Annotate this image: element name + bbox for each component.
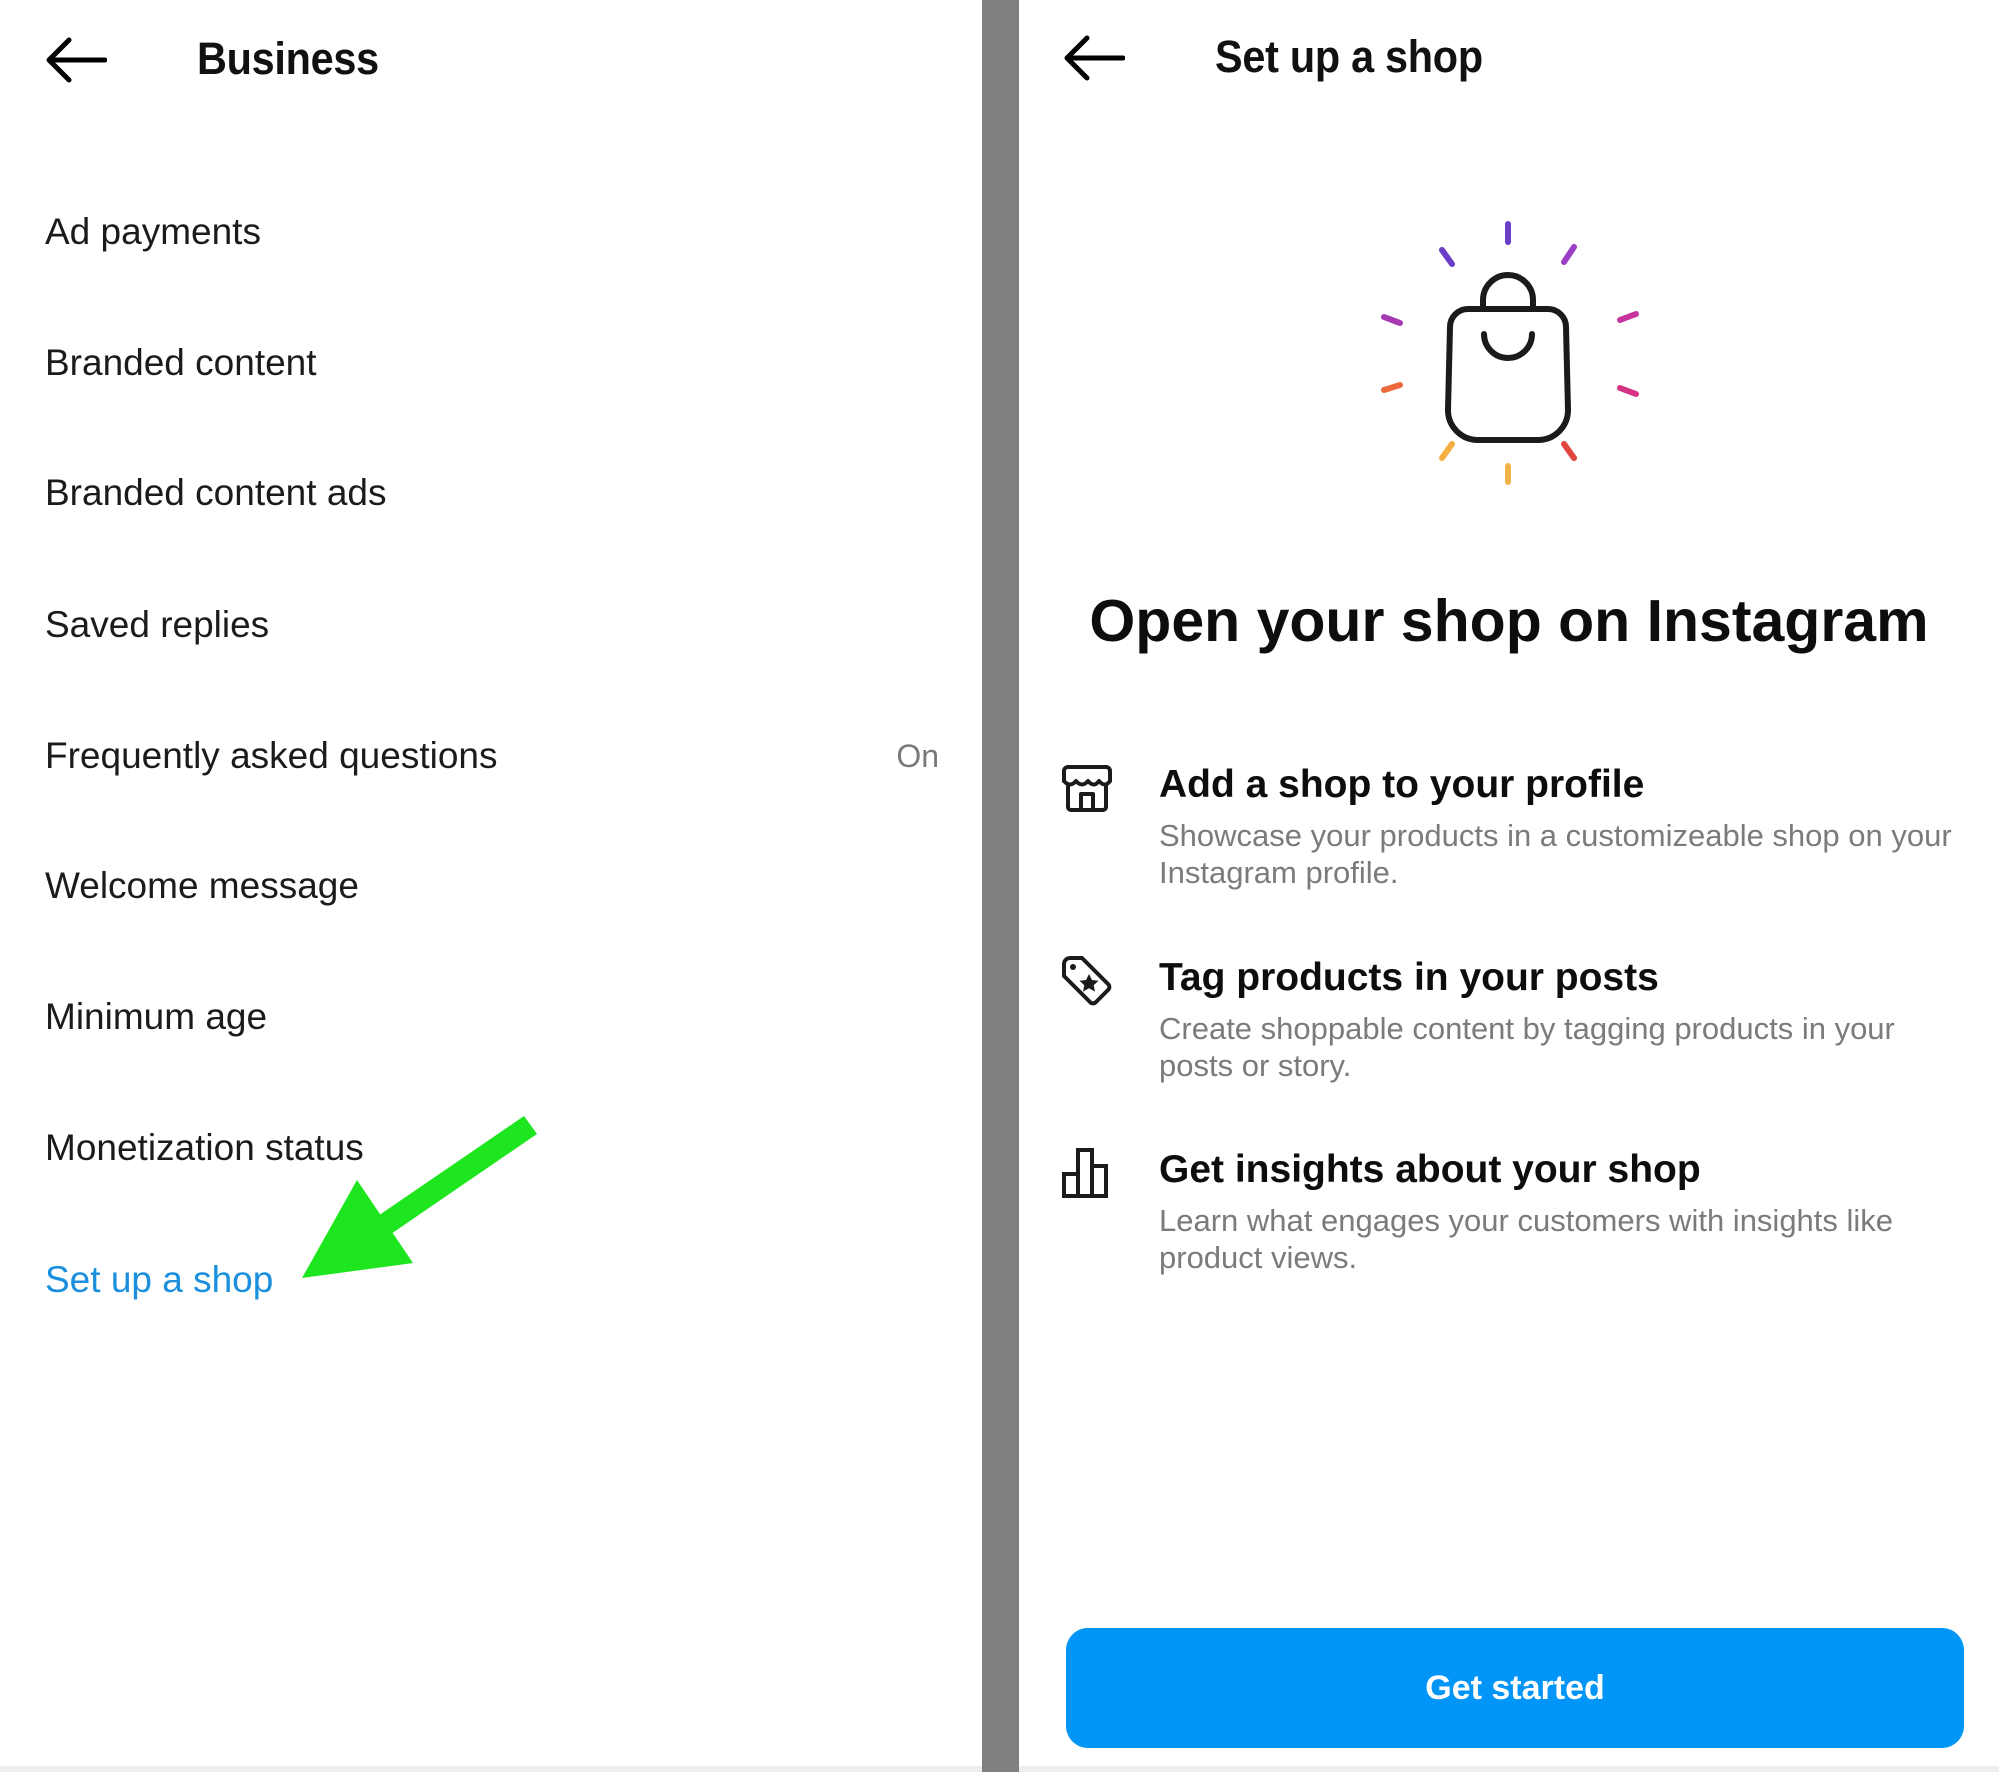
faq-status-value: On: [896, 737, 939, 774]
get-started-button[interactable]: Get started: [1066, 1628, 1964, 1748]
menu-item-minimum-age[interactable]: Minimum age: [45, 987, 945, 1047]
menu-item-saved-replies[interactable]: Saved replies: [45, 595, 945, 655]
business-settings-panel: Business Ad payments Branded content Bra…: [0, 0, 982, 1772]
ray: [1381, 314, 1403, 326]
ray: [1439, 441, 1455, 461]
bag-smile: [1481, 331, 1535, 361]
arrow-left-icon[interactable]: [1063, 34, 1125, 82]
menu-item-ad-payments[interactable]: Ad payments: [45, 202, 945, 262]
bar-chart-icon: [1062, 1148, 1108, 1198]
set-up-shop-link[interactable]: Set up a shop: [45, 1259, 273, 1301]
feature-description: Create shoppable content by tagging prod…: [1159, 1011, 1895, 1083]
feature-title: Get insights about your shop: [1159, 1148, 1701, 1191]
bottom-bar: [1019, 1766, 1999, 1772]
page-title: Set up a shop: [1215, 31, 1483, 82]
menu-item-label: Branded content: [45, 342, 317, 383]
hero-title: Open your shop on Instagram: [1089, 588, 1929, 654]
ray: [1617, 385, 1639, 397]
menu-item-label: Monetization status: [45, 1127, 364, 1168]
feature-get-insights: Get insights about your shop Learn what …: [1060, 1146, 1960, 1286]
bag-body: [1445, 306, 1571, 443]
ray: [1561, 441, 1577, 461]
ray: [1561, 244, 1577, 265]
menu-item-branded-content[interactable]: Branded content: [45, 333, 945, 393]
ray: [1617, 311, 1639, 323]
menu-item-label: Minimum age: [45, 996, 268, 1037]
menu-item-label: Branded content ads: [45, 472, 387, 513]
ray: [1439, 247, 1455, 267]
page-title: Business: [197, 33, 379, 84]
menu-item-monetization-status[interactable]: Monetization status: [45, 1118, 945, 1178]
menu-item-label: Ad payments: [45, 211, 261, 252]
feature-add-shop: Add a shop to your profile Showcase your…: [1060, 761, 1960, 901]
feature-title: Add a shop to your profile: [1159, 763, 1645, 806]
feature-tag-products: Tag products in your posts Create shoppa…: [1060, 954, 1960, 1094]
feature-description: Learn what engages your customers with i…: [1159, 1203, 1894, 1275]
menu-item-label: Welcome message: [45, 865, 359, 906]
tag-star-icon: [1062, 956, 1112, 1006]
shopping-bag-icon: [1381, 221, 1639, 485]
panel-divider: [982, 0, 1019, 1772]
storefront-icon: [1062, 765, 1112, 812]
bottom-bar: [0, 1766, 982, 1772]
bag-handle: [1480, 272, 1536, 312]
feature-title: Tag products in your posts: [1159, 956, 1659, 999]
menu-item-faq[interactable]: Frequently asked questions On: [45, 726, 945, 786]
menu-item-label: Frequently asked questions: [45, 735, 498, 776]
arrow-left-icon[interactable]: [45, 36, 107, 84]
menu-item-set-up-a-shop[interactable]: Set up a shop: [45, 1250, 945, 1310]
feature-description: Showcase your products in a customizeabl…: [1159, 818, 1952, 890]
ray: [1381, 382, 1403, 393]
menu-item-welcome-message[interactable]: Welcome message: [45, 856, 945, 916]
menu-item-branded-content-ads[interactable]: Branded content ads: [45, 463, 945, 523]
menu-item-label: Saved replies: [45, 604, 270, 645]
